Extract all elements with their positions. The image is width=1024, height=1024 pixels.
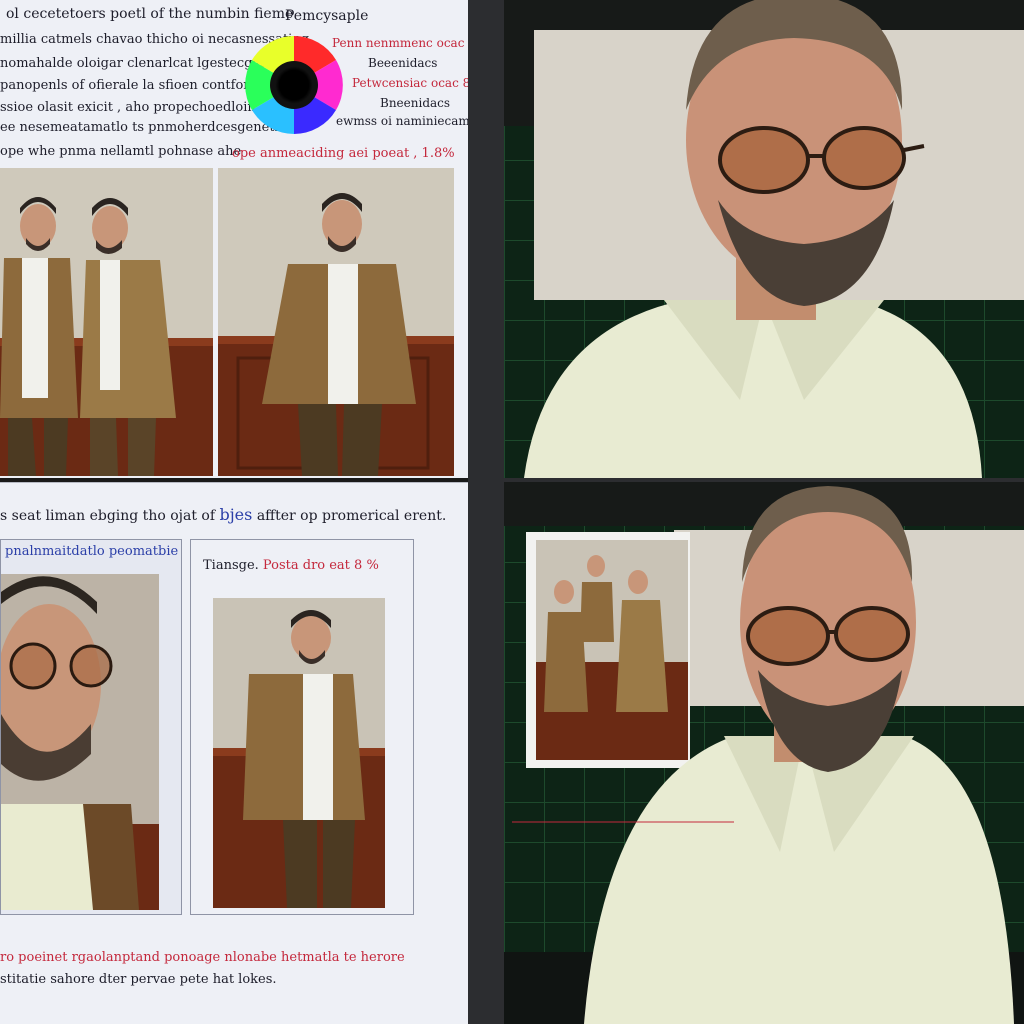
render-glasses-man-top bbox=[504, 0, 1024, 478]
bottom-line-1: ro poeinet rgaolanptand ponoage nlonabe … bbox=[0, 950, 405, 965]
body-line-3: panopenls of ofierale la sfioen contfons bbox=[0, 78, 259, 93]
render-glasses-man-bottom bbox=[504, 482, 1024, 1024]
photo-man-jacket-side bbox=[213, 598, 385, 908]
viewport-top[interactable] bbox=[504, 0, 1024, 478]
body-line-2: nomahalde oloigar clenarlcat lgestecgess bbox=[0, 56, 274, 71]
caption-line: s seat liman ebging tho ojat of bjes aff… bbox=[0, 505, 446, 524]
photo-glasses-man-closeup bbox=[1, 574, 159, 910]
header-line: ol cecetetoers poetl of the numbin fieme bbox=[6, 6, 294, 22]
inner-panel-title: pnalnmaitdatlo peomatbie bbox=[5, 544, 179, 559]
right-inner-frame: Tiansge. Posta dro eat 8 % bbox=[190, 539, 414, 915]
caption-part-2: bjes bbox=[219, 505, 253, 524]
color-wheel-icon bbox=[245, 36, 343, 134]
footer-line-dark: ope whe pnma nellamtl pohnase ahe bbox=[0, 144, 242, 159]
bottom-line-1-b: hetmatla te herore bbox=[281, 950, 405, 965]
photo-laughing-man bbox=[218, 168, 454, 476]
header-right-label: Pemcysaple bbox=[285, 8, 369, 24]
body-line-4: ssioe olasit exicit , aho propechoedloin… bbox=[0, 100, 260, 115]
top-left-panel: ol cecetetoers poetl of the numbin fieme… bbox=[0, 0, 492, 478]
viewport-bottom[interactable] bbox=[504, 482, 1024, 1024]
body-line-5: ee nesemeatamatlo ts pnmoherdcesgenetn bbox=[0, 120, 283, 135]
thumb-caption-red: Posta dro eat 8 % bbox=[262, 558, 379, 573]
thumb-caption: Tiansge. Posta dro eat 8 % bbox=[203, 558, 379, 573]
wheel-label-4: Bneenidacs bbox=[380, 96, 451, 110]
caption-part-1: s seat liman ebging tho ojat of bbox=[0, 508, 216, 524]
wheel-label-2: Beeenidacs bbox=[368, 56, 438, 70]
photo-two-men bbox=[0, 168, 213, 476]
caption-part-3: affter op promerical erent. bbox=[256, 508, 447, 524]
wheel-label-1: Penn nenmmenc ocac 6% bbox=[332, 36, 488, 50]
footer-line-red: ope anmeaciding aei poeat , 1.8% bbox=[232, 146, 455, 161]
thumb-caption-dark: Tiansge. bbox=[203, 558, 259, 573]
middle-left-panel: s seat liman ebging tho ojat of bjes aff… bbox=[0, 482, 468, 944]
bottom-line-2: stitatie sahore dter pervae pete hat lok… bbox=[0, 972, 277, 987]
column-divider bbox=[468, 0, 504, 1024]
bottom-line-1-a: ro poeinet rgaolanptand ponoage nlonabe bbox=[0, 950, 277, 965]
wheel-label-5: ewmss oi naminiecamles bbox=[336, 114, 487, 128]
bottom-left-panel: ro poeinet rgaolanptand ponoage nlonabe … bbox=[0, 944, 468, 1024]
inner-panel: pnalnmaitdatlo peomatbie bbox=[0, 539, 182, 915]
